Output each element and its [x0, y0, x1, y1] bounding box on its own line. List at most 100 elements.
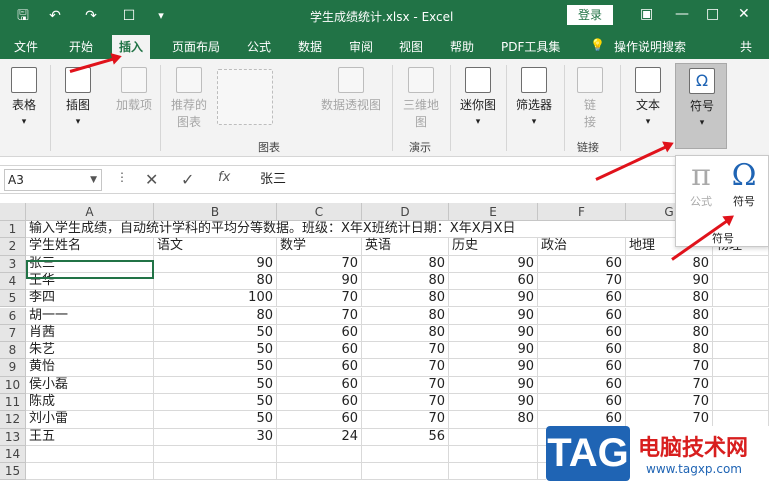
- tell-me-search[interactable]: 操作说明搜索: [614, 38, 686, 55]
- cell[interactable]: 56: [362, 428, 449, 446]
- cell[interactable]: 90: [449, 307, 538, 325]
- tab-help[interactable]: 帮助: [450, 38, 474, 55]
- column-header-a[interactable]: A: [26, 203, 154, 221]
- cell[interactable]: 50: [154, 376, 277, 394]
- cell[interactable]: [713, 342, 769, 360]
- cell[interactable]: [277, 221, 362, 239]
- cell[interactable]: 60: [449, 272, 538, 291]
- chart-types-gallery[interactable]: [215, 69, 275, 129]
- cell[interactable]: 90: [626, 272, 713, 291]
- row-header[interactable]: 10: [0, 376, 26, 394]
- redo-icon[interactable]: ↷: [80, 5, 102, 27]
- cell[interactable]: 50: [154, 411, 277, 429]
- name-box[interactable]: A3 ▼: [4, 169, 102, 191]
- cell[interactable]: 60: [538, 290, 626, 308]
- pivot-chart-button[interactable]: 数据透视图: [318, 67, 384, 113]
- cell[interactable]: 70: [362, 342, 449, 360]
- cell[interactable]: 100: [154, 290, 277, 308]
- cell[interactable]: [713, 394, 769, 412]
- cell[interactable]: 数学: [277, 238, 362, 256]
- cell[interactable]: [362, 221, 449, 239]
- ribbon-options-icon[interactable]: ▣: [640, 6, 653, 22]
- link-button[interactable]: 链 接: [572, 67, 608, 130]
- maximize-icon[interactable]: □: [706, 6, 719, 22]
- row-header[interactable]: 5: [0, 290, 26, 308]
- cell[interactable]: [277, 463, 362, 481]
- cell[interactable]: [713, 359, 769, 377]
- cell[interactable]: 黄怡: [26, 359, 154, 377]
- cell[interactable]: 60: [538, 324, 626, 343]
- print-preview-icon[interactable]: ☐: [118, 5, 140, 27]
- row-header[interactable]: 13: [0, 428, 26, 446]
- cell[interactable]: 英语: [362, 238, 449, 256]
- cell[interactable]: 90: [449, 394, 538, 412]
- cell[interactable]: 90: [277, 272, 362, 291]
- cell[interactable]: 90: [449, 324, 538, 343]
- cell[interactable]: 90: [449, 290, 538, 308]
- cell[interactable]: 90: [449, 342, 538, 360]
- cell[interactable]: 90: [449, 255, 538, 273]
- cell[interactable]: 80: [362, 290, 449, 308]
- symbol-button[interactable]: Ω 符号: [726, 158, 762, 209]
- row-header[interactable]: 7: [0, 324, 26, 343]
- cell[interactable]: [154, 221, 277, 239]
- cell[interactable]: 语文: [154, 238, 277, 256]
- cell[interactable]: 历史: [449, 238, 538, 256]
- cell[interactable]: 80: [362, 324, 449, 343]
- cell[interactable]: [449, 463, 538, 481]
- cell[interactable]: [26, 445, 154, 464]
- cell[interactable]: 70: [277, 290, 362, 308]
- cell[interactable]: 70: [362, 411, 449, 429]
- undo-icon[interactable]: ↶: [44, 5, 66, 27]
- cell[interactable]: 60: [277, 411, 362, 429]
- tab-view[interactable]: 视图: [399, 38, 423, 55]
- share-button[interactable]: 共: [740, 38, 752, 55]
- cell[interactable]: 政治: [538, 238, 626, 256]
- cell[interactable]: [277, 445, 362, 464]
- column-header-f[interactable]: F: [538, 203, 626, 221]
- cell[interactable]: 90: [449, 376, 538, 394]
- row-header[interactable]: 1: [0, 221, 26, 239]
- cell[interactable]: 70: [362, 359, 449, 377]
- column-header-b[interactable]: B: [154, 203, 277, 221]
- row-header[interactable]: 15: [0, 463, 26, 481]
- cell[interactable]: 60: [538, 359, 626, 377]
- row-header[interactable]: 4: [0, 272, 26, 291]
- tab-home[interactable]: 开始: [69, 38, 93, 55]
- cell[interactable]: 70: [626, 376, 713, 394]
- symbols-button[interactable]: Ω 符号 ▾: [675, 63, 727, 149]
- cell[interactable]: 80: [626, 307, 713, 325]
- cell[interactable]: [362, 445, 449, 464]
- tab-page-layout[interactable]: 页面布局: [172, 38, 220, 55]
- cell[interactable]: 输入学生成绩，自动统计学科的平均分等数据。班级：X年X班统计日期：X年X月X日: [26, 221, 516, 239]
- enter-icon[interactable]: ✓: [181, 170, 194, 189]
- cell[interactable]: 80: [626, 324, 713, 343]
- cell[interactable]: 60: [538, 307, 626, 325]
- cell[interactable]: 王五: [26, 428, 154, 446]
- cell[interactable]: 70: [362, 394, 449, 412]
- cell[interactable]: [713, 376, 769, 394]
- cell[interactable]: 70: [362, 376, 449, 394]
- cell[interactable]: 70: [626, 394, 713, 412]
- cell[interactable]: 朱艺: [26, 342, 154, 360]
- cell[interactable]: [26, 463, 154, 481]
- cell[interactable]: 80: [154, 307, 277, 325]
- equation-button[interactable]: π 公式: [686, 158, 716, 209]
- cell[interactable]: [154, 445, 277, 464]
- sparklines-button[interactable]: 迷你图 ▾: [456, 67, 500, 127]
- cell[interactable]: 60: [538, 255, 626, 273]
- cell[interactable]: 50: [154, 342, 277, 360]
- cell[interactable]: 70: [538, 272, 626, 291]
- cell[interactable]: 70: [277, 307, 362, 325]
- row-header[interactable]: 8: [0, 342, 26, 360]
- cell[interactable]: 90: [154, 255, 277, 273]
- filters-button[interactable]: 筛选器 ▾: [512, 67, 556, 127]
- close-icon[interactable]: ✕: [738, 6, 750, 22]
- cell[interactable]: 24: [277, 428, 362, 446]
- cell[interactable]: 60: [538, 376, 626, 394]
- cell[interactable]: 80: [626, 342, 713, 360]
- cell[interactable]: [449, 445, 538, 464]
- cell[interactable]: 陈成: [26, 394, 154, 412]
- cell[interactable]: 30: [154, 428, 277, 446]
- cell[interactable]: 60: [277, 342, 362, 360]
